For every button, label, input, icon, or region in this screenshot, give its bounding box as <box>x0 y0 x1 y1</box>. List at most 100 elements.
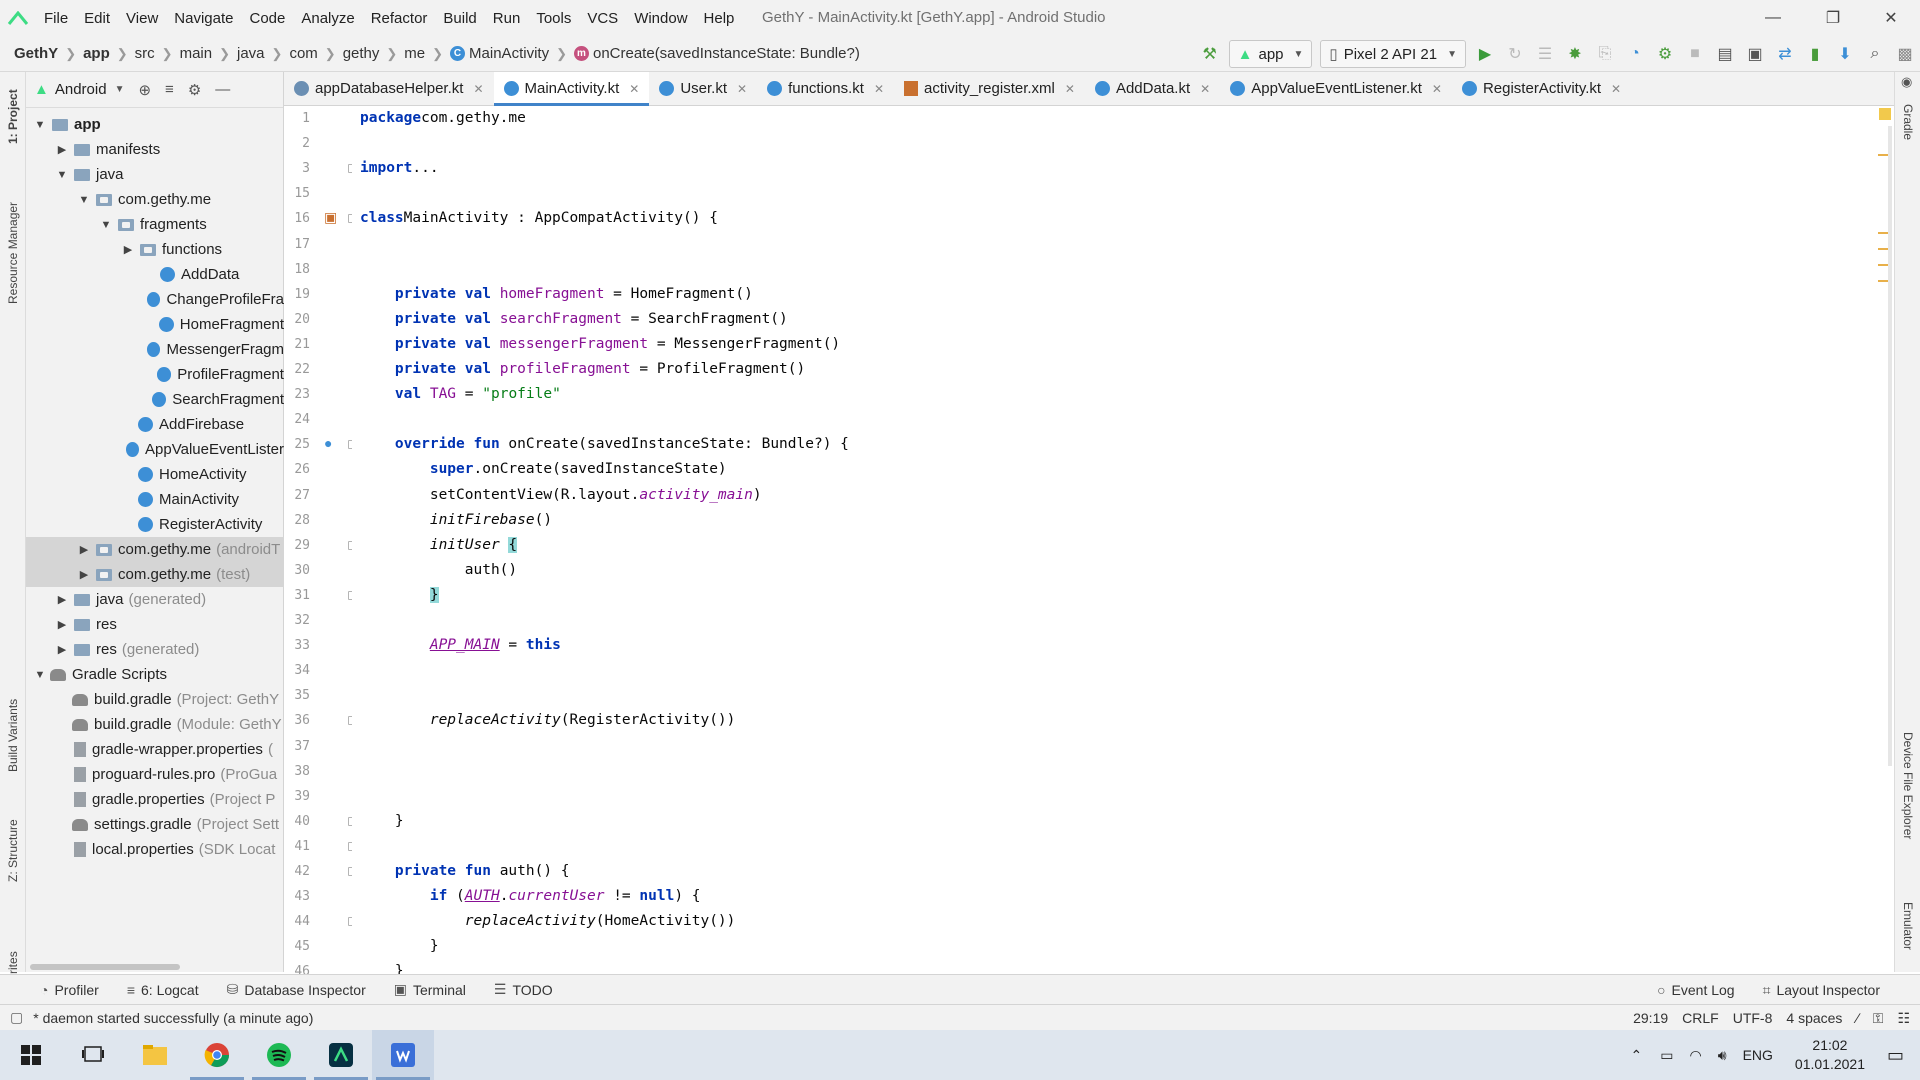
code-line[interactable]: APP_MAIN = this <box>360 633 561 658</box>
sdk-manager-icon[interactable]: ⬇ <box>1830 39 1860 69</box>
language-indicator[interactable]: ENG <box>1743 1047 1773 1063</box>
tree-item[interactable]: MessengerFragm <box>26 337 284 362</box>
tree-item[interactable]: SearchFragment <box>26 387 284 412</box>
status-message[interactable]: * daemon started successfully (a minute … <box>33 1010 313 1026</box>
close-window-button[interactable]: ✕ <box>1868 0 1914 36</box>
memory-indicator-icon[interactable]: ☷ <box>1897 1010 1910 1027</box>
profiler-tool-button[interactable]: ◔ Profiler <box>40 982 99 998</box>
clock[interactable]: 21:02 01.01.2021 <box>1795 1036 1865 1074</box>
expand-arrow-right-icon[interactable]: ▶ <box>56 643 68 656</box>
tree-item[interactable]: ▼ app <box>26 112 284 137</box>
code-line[interactable]: classMainActivity : AppCompatActivity() … <box>360 206 718 231</box>
code-line[interactable]: private val searchFragment = SearchFragm… <box>360 307 788 332</box>
active-app-icon[interactable] <box>372 1030 434 1080</box>
tree-item[interactable]: gradle-wrapper.properties( <box>26 737 284 762</box>
tree-item[interactable]: ▶ functions <box>26 237 284 262</box>
terminal-tool-button[interactable]: ▣ Terminal <box>394 981 466 998</box>
collapse-all-icon[interactable]: ≡ <box>165 81 174 98</box>
tree-item[interactable]: build.gradle (Module: GethY <box>26 712 284 737</box>
tree-item[interactable]: AddFirebase <box>26 412 284 437</box>
menu-code[interactable]: Code <box>241 10 293 27</box>
expand-arrow-down-icon[interactable]: ▼ <box>34 669 46 681</box>
code-line[interactable]: replaceActivity(RegisterActivity()) <box>360 708 736 733</box>
todo-tool-button[interactable]: ☰ TODO <box>494 981 553 998</box>
editor-tab[interactable]: appDatabaseHelper.kt ✕ <box>284 72 494 105</box>
code-line[interactable]: override fun onCreate(savedInstanceState… <box>360 432 849 457</box>
stop-icon[interactable]: ■ <box>1680 39 1710 69</box>
editor-tab[interactable]: functions.kt ✕ <box>757 72 894 105</box>
close-tab-icon[interactable]: ✕ <box>1065 82 1075 96</box>
menu-help[interactable]: Help <box>696 10 743 27</box>
code-line[interactable]: } <box>360 583 439 608</box>
breadcrumb-method[interactable]: m onCreate(savedInstanceState: Bundle?) <box>573 45 860 62</box>
tree-item[interactable]: ▶ com.gethy.me (androidT <box>26 537 284 562</box>
override-method-icon[interactable]: ● <box>324 435 332 451</box>
menu-build[interactable]: Build <box>435 10 484 27</box>
menu-window[interactable]: Window <box>626 10 695 27</box>
run-config-select[interactable]: ▲ app ▼ <box>1228 40 1313 68</box>
tree-item[interactable]: ▼ fragments <box>26 212 284 237</box>
tree-item[interactable]: RegisterActivity <box>26 512 284 537</box>
android-studio-taskbar-icon[interactable] <box>310 1030 372 1080</box>
project-structure-icon[interactable]: ▤ <box>1710 39 1740 69</box>
breadcrumb-me[interactable]: me <box>404 45 425 62</box>
device-manager-icon[interactable]: ▮ <box>1800 39 1830 69</box>
hide-panel-icon[interactable]: — <box>215 81 230 98</box>
menu-vcs[interactable]: VCS <box>579 10 626 27</box>
build-hammer-icon[interactable]: ⚒ <box>1195 39 1225 69</box>
close-tab-icon[interactable]: ✕ <box>737 82 747 96</box>
code-line[interactable]: } <box>360 959 404 974</box>
breadcrumb-src[interactable]: src <box>135 45 155 62</box>
avd-manager-icon[interactable]: ▣ <box>1740 39 1770 69</box>
close-tab-icon[interactable]: ✕ <box>874 82 884 96</box>
search-icon[interactable]: ⌕ <box>1860 39 1890 69</box>
project-view-select[interactable]: Android <box>55 81 107 98</box>
attach-debugger-icon[interactable]: ⎘ <box>1590 39 1620 69</box>
editor-tab[interactable]: activity_register.xml ✕ <box>894 72 1085 105</box>
expand-arrow-down-icon[interactable]: ▼ <box>56 169 68 181</box>
close-tab-icon[interactable]: ✕ <box>1611 82 1621 96</box>
close-tab-icon[interactable]: ✕ <box>629 82 639 96</box>
wifi-icon[interactable]: ◠ <box>1690 1047 1702 1064</box>
expand-arrow-right-icon[interactable]: ▶ <box>56 143 68 156</box>
tree-item[interactable]: ▶ res <box>26 612 284 637</box>
coverage-icon[interactable]: ⚙ <box>1650 39 1680 69</box>
tree-item[interactable]: ▼ com.gethy.me <box>26 187 284 212</box>
tree-item[interactable]: ChangeProfileFra <box>26 287 284 312</box>
line-separator[interactable]: CRLF <box>1682 1010 1719 1026</box>
editor-tab[interactable]: AppValueEventListener.kt ✕ <box>1220 72 1452 105</box>
device-file-explorer-tool-tab[interactable]: Device File Explorer <box>1901 732 1915 839</box>
battery-icon[interactable]: ▭ <box>1660 1047 1673 1064</box>
logcat-tool-button[interactable]: ≡ 6: Logcat <box>127 982 199 998</box>
horizontal-scrollbar[interactable] <box>30 964 180 970</box>
expand-arrow-right-icon[interactable]: ▶ <box>56 618 68 631</box>
breadcrumb-project[interactable]: GethY <box>14 45 58 62</box>
expand-arrow-down-icon[interactable]: ▼ <box>78 194 90 206</box>
code-line[interactable]: auth() <box>360 558 517 583</box>
caret-position[interactable]: 29:19 <box>1633 1010 1668 1026</box>
editor-tab[interactable]: AddData.kt ✕ <box>1085 72 1220 105</box>
code-line[interactable]: replaceActivity(HomeActivity()) <box>360 909 736 934</box>
code-line[interactable]: initUser { <box>360 533 518 558</box>
menu-analyze[interactable]: Analyze <box>293 10 362 27</box>
expand-arrow-right-icon[interactable]: ▶ <box>78 543 90 556</box>
spotify-icon[interactable] <box>248 1030 310 1080</box>
code-line[interactable]: private fun auth() { <box>360 859 570 884</box>
file-encoding[interactable]: UTF-8 <box>1733 1010 1773 1026</box>
tree-item[interactable]: settings.gradle (Project Sett <box>26 812 284 837</box>
code-line[interactable]: private val messengerFragment = Messenge… <box>360 332 840 357</box>
close-tab-icon[interactable]: ✕ <box>1200 82 1210 96</box>
lock-icon[interactable]: ⚿ <box>1873 1010 1884 1027</box>
build-variants-tool-tab[interactable]: Build Variants <box>6 699 20 772</box>
task-view-icon[interactable] <box>62 1030 124 1080</box>
expand-arrow-down-icon[interactable]: ▼ <box>34 119 46 131</box>
expand-arrow-right-icon[interactable]: ▶ <box>122 243 134 256</box>
tree-item[interactable]: build.gradle (Project: GethY <box>26 687 284 712</box>
code-line[interactable]: import... <box>360 156 439 181</box>
expand-arrow-right-icon[interactable]: ▶ <box>78 568 90 581</box>
editor-tab[interactable]: User.kt ✕ <box>649 72 757 105</box>
file-explorer-icon[interactable] <box>124 1030 186 1080</box>
chevron-down-icon[interactable]: ▼ <box>115 84 125 95</box>
tree-item[interactable]: MainActivity <box>26 487 284 512</box>
resource-manager-tool-tab[interactable]: Resource Manager <box>6 202 20 304</box>
